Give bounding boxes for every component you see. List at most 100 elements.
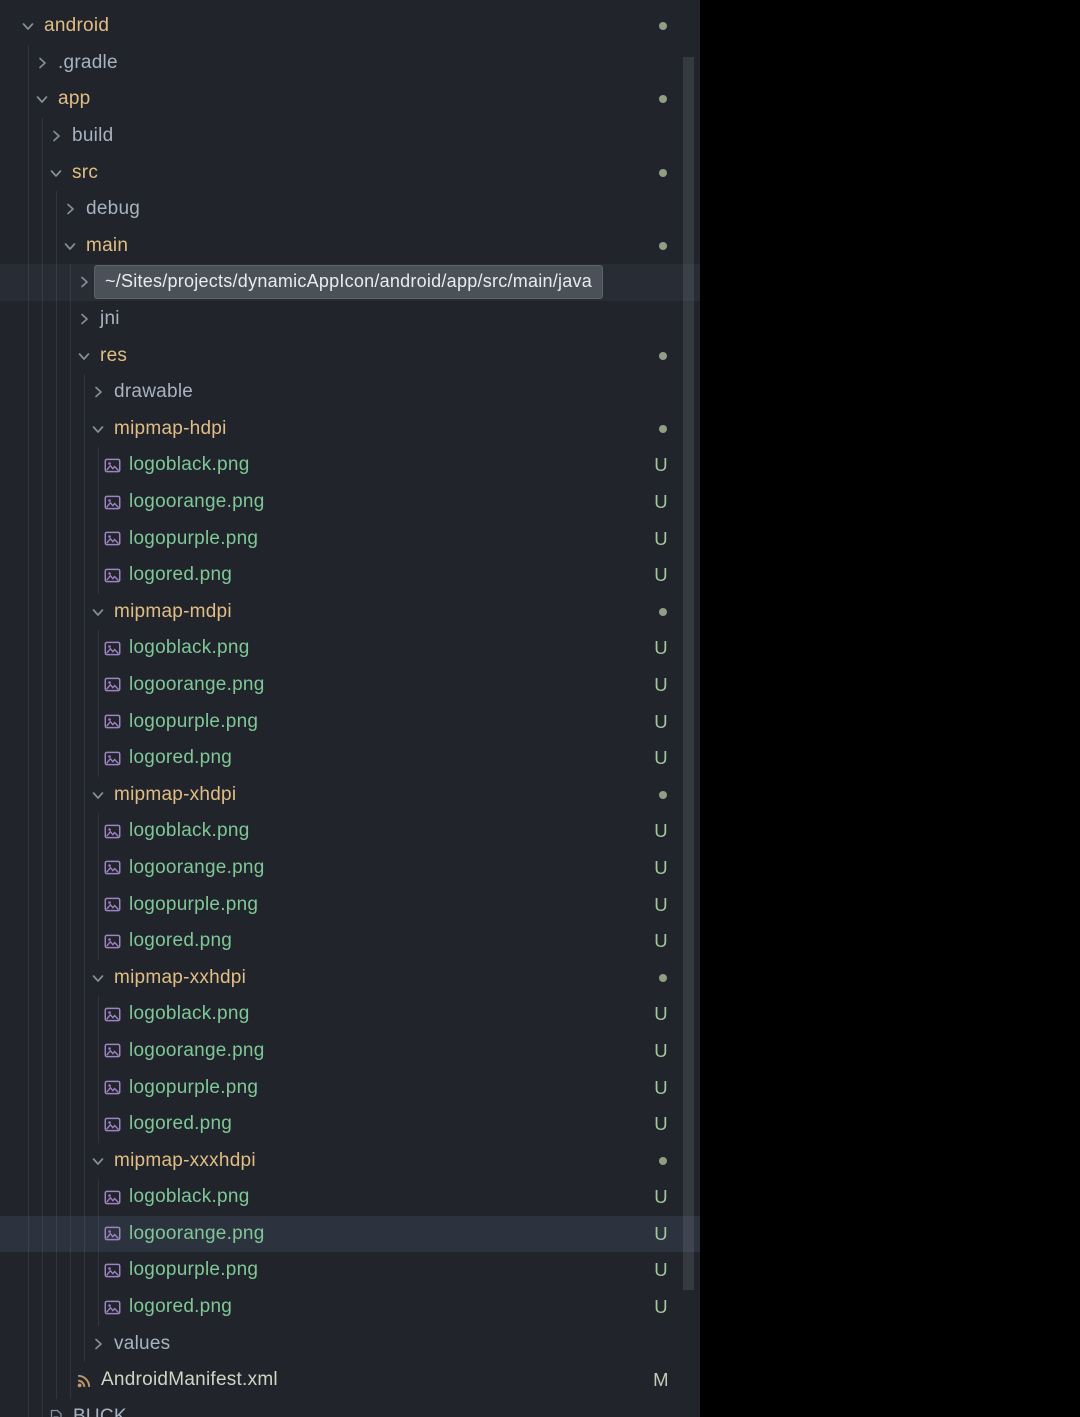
tree-item-logored-png[interactable]: logored.pngU [0, 923, 700, 960]
tree-item-res[interactable]: res [0, 337, 700, 374]
tree-item-app[interactable]: app [0, 81, 700, 118]
tree-item-mipmap-xxhdpi[interactable]: mipmap-xxhdpi [0, 959, 700, 996]
chevron-right-icon[interactable] [46, 126, 66, 146]
chevron-right-icon[interactable] [74, 272, 94, 292]
chevron-right-icon[interactable] [32, 53, 52, 73]
changes-dot-badge [659, 974, 667, 982]
chevron-down-icon[interactable] [88, 968, 108, 988]
chevron-right-icon[interactable] [60, 199, 80, 219]
chevron-right-icon[interactable] [74, 309, 94, 329]
tree-item-mipmap-hdpi[interactable]: mipmap-hdpi [0, 411, 700, 448]
image-icon [102, 1004, 122, 1024]
image-icon [102, 455, 122, 475]
tree-item-logopurple-png[interactable]: logopurple.pngU [0, 1069, 700, 1106]
chevron-right-icon[interactable] [88, 1334, 108, 1354]
file-icon [46, 1407, 66, 1417]
tree-item-android[interactable]: android [0, 8, 700, 45]
tree-item-logoorange-png[interactable]: logoorange.pngU [0, 1216, 700, 1253]
indent-guide [98, 996, 99, 1142]
tree-item-logopurple-png[interactable]: logopurple.png U [0, 520, 700, 557]
tree-item-logopurple-png[interactable]: logopurple.pngU [0, 886, 700, 923]
git-status-badge: U [650, 747, 672, 769]
tree-item-androidmanifest-xml[interactable]: AndroidManifest.xmlM [0, 1362, 700, 1399]
item-label: logoblack.png [129, 637, 250, 659]
tree-item-logored-png[interactable]: logored.pngU [0, 557, 700, 594]
tree-item-logoorange-png[interactable]: logoorange.pngU [0, 1033, 700, 1070]
tree-item-debug[interactable]: debug [0, 191, 700, 228]
chevron-down-icon[interactable] [18, 16, 38, 36]
image-icon [102, 529, 122, 549]
item-label: drawable [114, 381, 193, 403]
item-label: main [86, 235, 128, 257]
git-status-badge: U [650, 564, 672, 586]
item-label: src [72, 162, 98, 184]
tree-item-logored-png[interactable]: logored.png U [0, 740, 700, 777]
tree-item-logoblack-png[interactable]: logoblack.pngU [0, 630, 700, 667]
chevron-right-icon[interactable] [88, 382, 108, 402]
workbench: { "colors": { "panel_bg": "#21252b", "em… [0, 0, 1080, 1417]
chevron-down-icon[interactable] [74, 346, 94, 366]
file-explorer-panel: android .gradle appbuild src debug main ~/Site… [0, 0, 700, 1417]
item-label: mipmap-mdpi [114, 601, 232, 623]
item-label: logoblack.png [129, 1186, 250, 1208]
tree-item-drawable[interactable]: drawable [0, 374, 700, 411]
item-label: logored.png [129, 1113, 232, 1135]
image-icon [102, 1078, 122, 1098]
tree-item-main[interactable]: main [0, 228, 700, 265]
tree-item--gradle[interactable]: .gradle [0, 45, 700, 82]
item-label: mipmap-xxxhdpi [114, 1150, 256, 1172]
tree-item-logoorange-png[interactable]: logoorange.pngU [0, 850, 700, 887]
changes-dot-badge [659, 95, 667, 103]
tree-item-logoblack-png[interactable]: logoblack.pngU [0, 813, 700, 850]
image-icon [102, 565, 122, 585]
item-label: logopurple.png [129, 528, 258, 550]
tree-item-logoblack-png[interactable]: logoblack.pngU [0, 447, 700, 484]
image-icon [102, 858, 122, 878]
tree-item-logored-png[interactable]: logored.pngU [0, 1106, 700, 1143]
tree-item-logoorange-png[interactable]: logoorange.pngU [0, 484, 700, 521]
item-label: logoorange.png [129, 674, 265, 696]
item-label: logored.png [129, 747, 232, 769]
item-label: values [114, 1333, 170, 1355]
image-icon [102, 895, 122, 915]
chevron-down-icon[interactable] [32, 89, 52, 109]
changes-dot-badge [659, 22, 667, 30]
item-label: logoblack.png [129, 454, 250, 476]
chevron-down-icon[interactable] [88, 785, 108, 805]
chevron-down-icon[interactable] [88, 602, 108, 622]
tree-item-logopurple-png[interactable]: logopurple.pngU [0, 1252, 700, 1289]
tree-item-build[interactable]: build [0, 118, 700, 155]
tree-item-mipmap-xxxhdpi[interactable]: mipmap-xxxhdpi [0, 1142, 700, 1179]
tree-item-logoblack-png[interactable]: logoblack.pngU [0, 1179, 700, 1216]
tree-item-src[interactable]: src [0, 154, 700, 191]
chevron-down-icon[interactable] [88, 419, 108, 439]
image-icon [102, 638, 122, 658]
indent-guide [84, 374, 85, 1362]
vertical-scrollbar[interactable] [683, 57, 694, 1290]
changes-dot-badge [659, 352, 667, 360]
tree-item-logoblack-png[interactable]: logoblack.pngU [0, 996, 700, 1033]
item-label: logoorange.png [129, 491, 265, 513]
chevron-down-icon[interactable] [88, 1151, 108, 1171]
tree-item-java[interactable]: ~/Sites/projects/dynamicAppIcon/android/… [0, 264, 700, 301]
tree-item-values[interactable]: values [0, 1325, 700, 1362]
git-status-badge: M [650, 1369, 672, 1391]
indent-guide [56, 191, 57, 1399]
tree-item-buck[interactable]: BUCK [0, 1399, 700, 1417]
tree-item-logoorange-png[interactable]: logoorange.pngU [0, 667, 700, 704]
image-icon [102, 748, 122, 768]
git-status-badge: U [650, 528, 672, 550]
image-icon [102, 931, 122, 951]
chevron-down-icon[interactable] [60, 236, 80, 256]
image-icon [102, 1260, 122, 1280]
tree-item-mipmap-mdpi[interactable]: mipmap-mdpi [0, 594, 700, 631]
tree-item-logored-png[interactable]: logored.pngU [0, 1289, 700, 1326]
tree-item-logopurple-png[interactable]: logopurple.pngU [0, 703, 700, 740]
tree-item-jni[interactable]: jni [0, 301, 700, 338]
item-label: .gradle [58, 52, 118, 74]
tree-item-mipmap-xhdpi[interactable]: mipmap-xhdpi [0, 776, 700, 813]
git-status-badge: U [650, 1040, 672, 1062]
item-label: logopurple.png [129, 1259, 258, 1281]
item-label: logored.png [129, 930, 232, 952]
chevron-down-icon[interactable] [46, 163, 66, 183]
